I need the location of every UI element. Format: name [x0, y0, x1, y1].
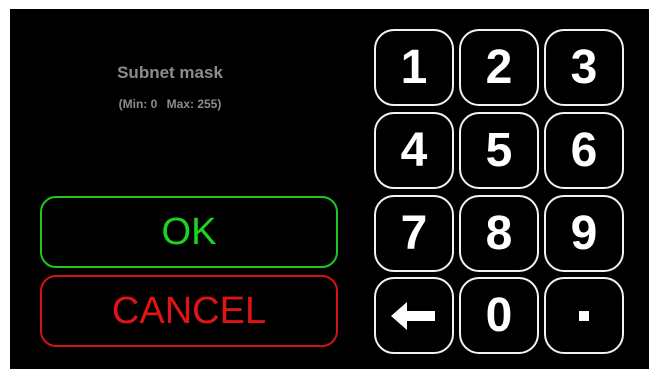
key-6[interactable]: 6	[544, 112, 624, 189]
ok-button[interactable]: OK	[40, 196, 338, 268]
min-value-text: (Min: 0	[118, 97, 158, 111]
key-4[interactable]: 4	[374, 112, 454, 189]
key-2[interactable]: 2	[459, 29, 539, 106]
max-value-text: Max: 255)	[166, 97, 222, 111]
keypad-dialog: Subnet mask (Min: 0 Max: 255) OK CANCEL …	[10, 9, 649, 369]
key-9[interactable]: 9	[544, 195, 624, 272]
key-7[interactable]: 7	[374, 195, 454, 272]
key-5[interactable]: 5	[459, 112, 539, 189]
key-1[interactable]: 1	[374, 29, 454, 106]
decimal-point-icon	[579, 310, 589, 321]
field-title: Subnet mask	[117, 63, 223, 82]
key-8[interactable]: 8	[459, 195, 539, 272]
key-0[interactable]: 0	[459, 277, 539, 354]
decimal-point-key[interactable]	[544, 277, 624, 354]
value-range: (Min: 0 Max: 255)	[40, 97, 300, 111]
left-arrow-icon	[391, 301, 435, 330]
backspace-key[interactable]	[374, 277, 454, 354]
key-3[interactable]: 3	[544, 29, 624, 106]
cancel-button[interactable]: CANCEL	[40, 275, 338, 347]
